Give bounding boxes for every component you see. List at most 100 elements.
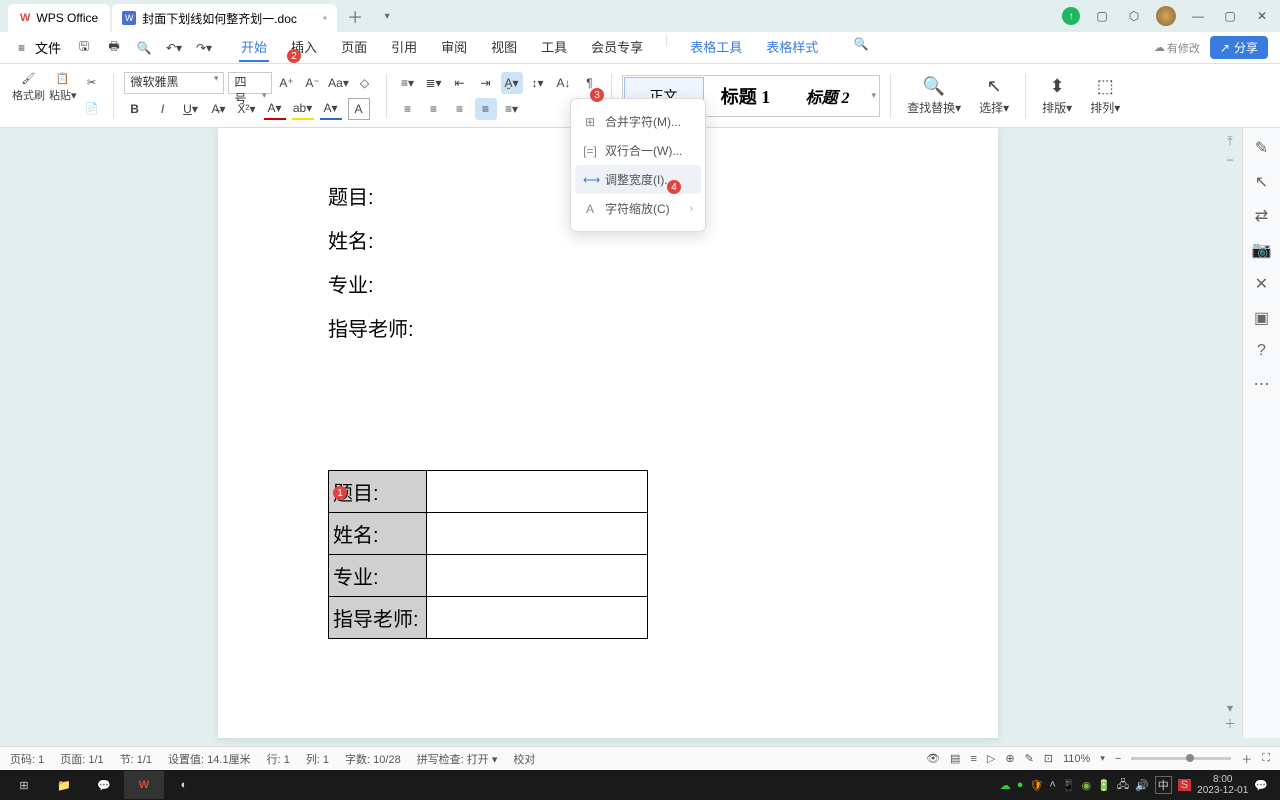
cell-label[interactable]: 姓名: <box>329 513 427 555</box>
minus-icon[interactable]: − <box>1226 153 1233 167</box>
page-number[interactable]: 页码: 1 <box>10 751 44 767</box>
tray-ime2[interactable]: S <box>1178 779 1191 791</box>
modify-badge[interactable]: ☁ 有修改 <box>1154 40 1200 56</box>
tab-member[interactable]: 会员专享 <box>589 33 645 62</box>
tab-reference[interactable]: 引用 <box>389 33 419 62</box>
char-scale-item[interactable]: A字符缩放(C)› <box>571 194 705 223</box>
col-info[interactable]: 列: 1 <box>306 751 329 767</box>
view-page-icon[interactable]: ▤ <box>950 752 960 765</box>
menu-icon[interactable]: ≡ <box>12 39 31 57</box>
numbering-icon[interactable]: ≣▾ <box>423 72 445 94</box>
tray-nvidia-icon[interactable]: ◉ <box>1082 779 1092 792</box>
underline-button[interactable]: U▾ <box>180 98 202 120</box>
align-justify-icon[interactable]: ≡ <box>475 98 497 120</box>
bullets-icon[interactable]: ≡▾ <box>397 72 419 94</box>
start-button[interactable]: ⊞ <box>4 771 44 799</box>
cursor-panel-icon[interactable]: ↖ <box>1255 172 1268 192</box>
cell-label[interactable]: 指导老师: <box>329 597 427 639</box>
case-icon[interactable]: Aa▾ <box>328 72 350 94</box>
book-icon[interactable]: ▣ <box>1254 308 1269 328</box>
fit-width-item[interactable]: ⟷调整宽度(I)... <box>575 165 701 194</box>
spell-check[interactable]: 拼写检查: 打开 ▾ <box>417 751 498 767</box>
tab-table-tools[interactable]: 表格工具 <box>688 33 744 62</box>
clear-format-icon[interactable]: ◇ <box>354 72 376 94</box>
tab-review[interactable]: 审阅 <box>439 33 469 62</box>
tray-up-icon[interactable]: ˄ <box>1049 779 1055 791</box>
clock[interactable]: 8:00 2023-12-01 <box>1197 774 1248 796</box>
top-align-icon[interactable]: ⤒ <box>1227 134 1232 149</box>
other-app-icon[interactable]: ◐ <box>164 771 204 799</box>
distribute-icon[interactable]: ≡▾ <box>501 98 523 120</box>
align-center-icon[interactable]: ≡ <box>423 98 445 120</box>
font-shrink-icon[interactable]: A⁻ <box>302 72 324 94</box>
indent-inc-icon[interactable]: ⇥ <box>475 72 497 94</box>
tray-shield-icon[interactable]: 🛡 <box>1029 779 1043 792</box>
tab-table-style[interactable]: 表格样式 <box>764 33 820 62</box>
tab-page[interactable]: 页面 <box>339 33 369 62</box>
italic-button[interactable]: I <box>152 98 174 120</box>
tab-dropdown-button[interactable]: ▾ <box>373 2 401 30</box>
tools-icon[interactable]: ✕ <box>1255 274 1268 294</box>
page-info[interactable]: 页面: 1/1 <box>60 751 103 767</box>
share-button[interactable]: ↗ 分享 <box>1210 36 1268 59</box>
tray-network-icon[interactable]: 🖧 <box>1117 776 1129 795</box>
zoom-slider[interactable] <box>1131 757 1231 760</box>
tray-cloud-icon[interactable]: ☁ <box>1000 779 1011 792</box>
cell-value[interactable] <box>427 471 648 513</box>
document-tab[interactable]: W 封面下划线如何整齐划一.doc • <box>112 4 337 32</box>
cut-icon[interactable]: ✂ <box>81 72 103 94</box>
wps-home-tab[interactable]: W WPS Office <box>8 4 110 32</box>
zoom-out-icon[interactable]: − <box>1115 753 1121 765</box>
style-more-icon[interactable]: ▾ <box>869 90 880 101</box>
wechat-icon[interactable]: 💬 <box>84 771 124 799</box>
char-width-button[interactable]: A͍▾ <box>501 72 523 94</box>
preview-icon[interactable]: 🔍 <box>133 37 155 59</box>
more-icon[interactable]: ⋯ <box>1254 374 1270 394</box>
tray-battery-icon[interactable]: 🔋 <box>1097 779 1111 792</box>
zoom-value[interactable]: 110% <box>1063 753 1090 765</box>
arrange-button[interactable]: ⬍排版▾ <box>1036 75 1078 116</box>
undo-icon[interactable]: ↶▾ <box>163 37 185 59</box>
array-button[interactable]: ⬚排列▾ <box>1084 75 1126 116</box>
shading-button[interactable]: A▾ <box>320 98 342 120</box>
camera-icon[interactable]: 📷 <box>1252 240 1272 260</box>
view-read-icon[interactable]: ▷ <box>987 752 995 765</box>
explorer-icon[interactable]: 📁 <box>44 771 84 799</box>
font-size-combo[interactable]: 四号 <box>228 72 272 94</box>
align-left-icon[interactable]: ≡ <box>397 98 419 120</box>
sync-icon[interactable]: ↑ <box>1062 7 1080 25</box>
strike-button[interactable]: A̶▾ <box>208 98 230 120</box>
position-info[interactable]: 设置值: 14.1厘米 <box>168 751 251 767</box>
style-heading1[interactable]: 标题 1 <box>706 77 786 115</box>
avatar[interactable] <box>1156 6 1176 26</box>
zoom-fit-icon[interactable]: ⊡ <box>1044 752 1053 765</box>
tray-sound-icon[interactable]: 🔊 <box>1135 779 1149 792</box>
help-icon[interactable]: ? <box>1257 342 1266 360</box>
row-info[interactable]: 行: 1 <box>267 751 290 767</box>
char-border-button[interactable]: A <box>348 98 370 120</box>
font-name-combo[interactable]: 微软雅黑 <box>124 72 224 94</box>
style-heading2[interactable]: 标题 2 <box>788 77 868 115</box>
cell-value[interactable] <box>427 555 648 597</box>
highlight-button[interactable]: ab▾ <box>292 98 314 120</box>
zoom-in-icon[interactable]: ＋ <box>1241 751 1252 767</box>
view-outline-icon[interactable]: ≡ <box>970 753 976 765</box>
bold-button[interactable]: B <box>124 98 146 120</box>
tray-app-icon[interactable]: 📱 <box>1062 779 1076 792</box>
new-tab-button[interactable]: ＋ <box>341 2 369 30</box>
tray-notification-icon[interactable]: 💬 <box>1254 779 1268 792</box>
minimize-button[interactable]: — <box>1188 6 1208 26</box>
tab-view[interactable]: 视图 <box>489 33 519 62</box>
cell-value[interactable] <box>427 597 648 639</box>
redo-icon[interactable]: ↷▾ <box>193 37 215 59</box>
select-button[interactable]: ↖选择▾ <box>973 75 1015 116</box>
cell-label[interactable]: 专业: <box>329 555 427 597</box>
view-draft-icon[interactable]: ✎ <box>1025 752 1034 765</box>
cell-value[interactable] <box>427 513 648 555</box>
view-web-icon[interactable]: ⊕ <box>1005 752 1014 765</box>
file-menu[interactable]: 文件 <box>35 38 61 57</box>
merge-chars-item[interactable]: ⊞合并字符(M)... <box>571 107 705 136</box>
close-button[interactable]: ✕ <box>1252 6 1272 26</box>
phone-icon[interactable]: ▢ <box>1092 6 1112 26</box>
section-info[interactable]: 节: 1/1 <box>120 751 152 767</box>
